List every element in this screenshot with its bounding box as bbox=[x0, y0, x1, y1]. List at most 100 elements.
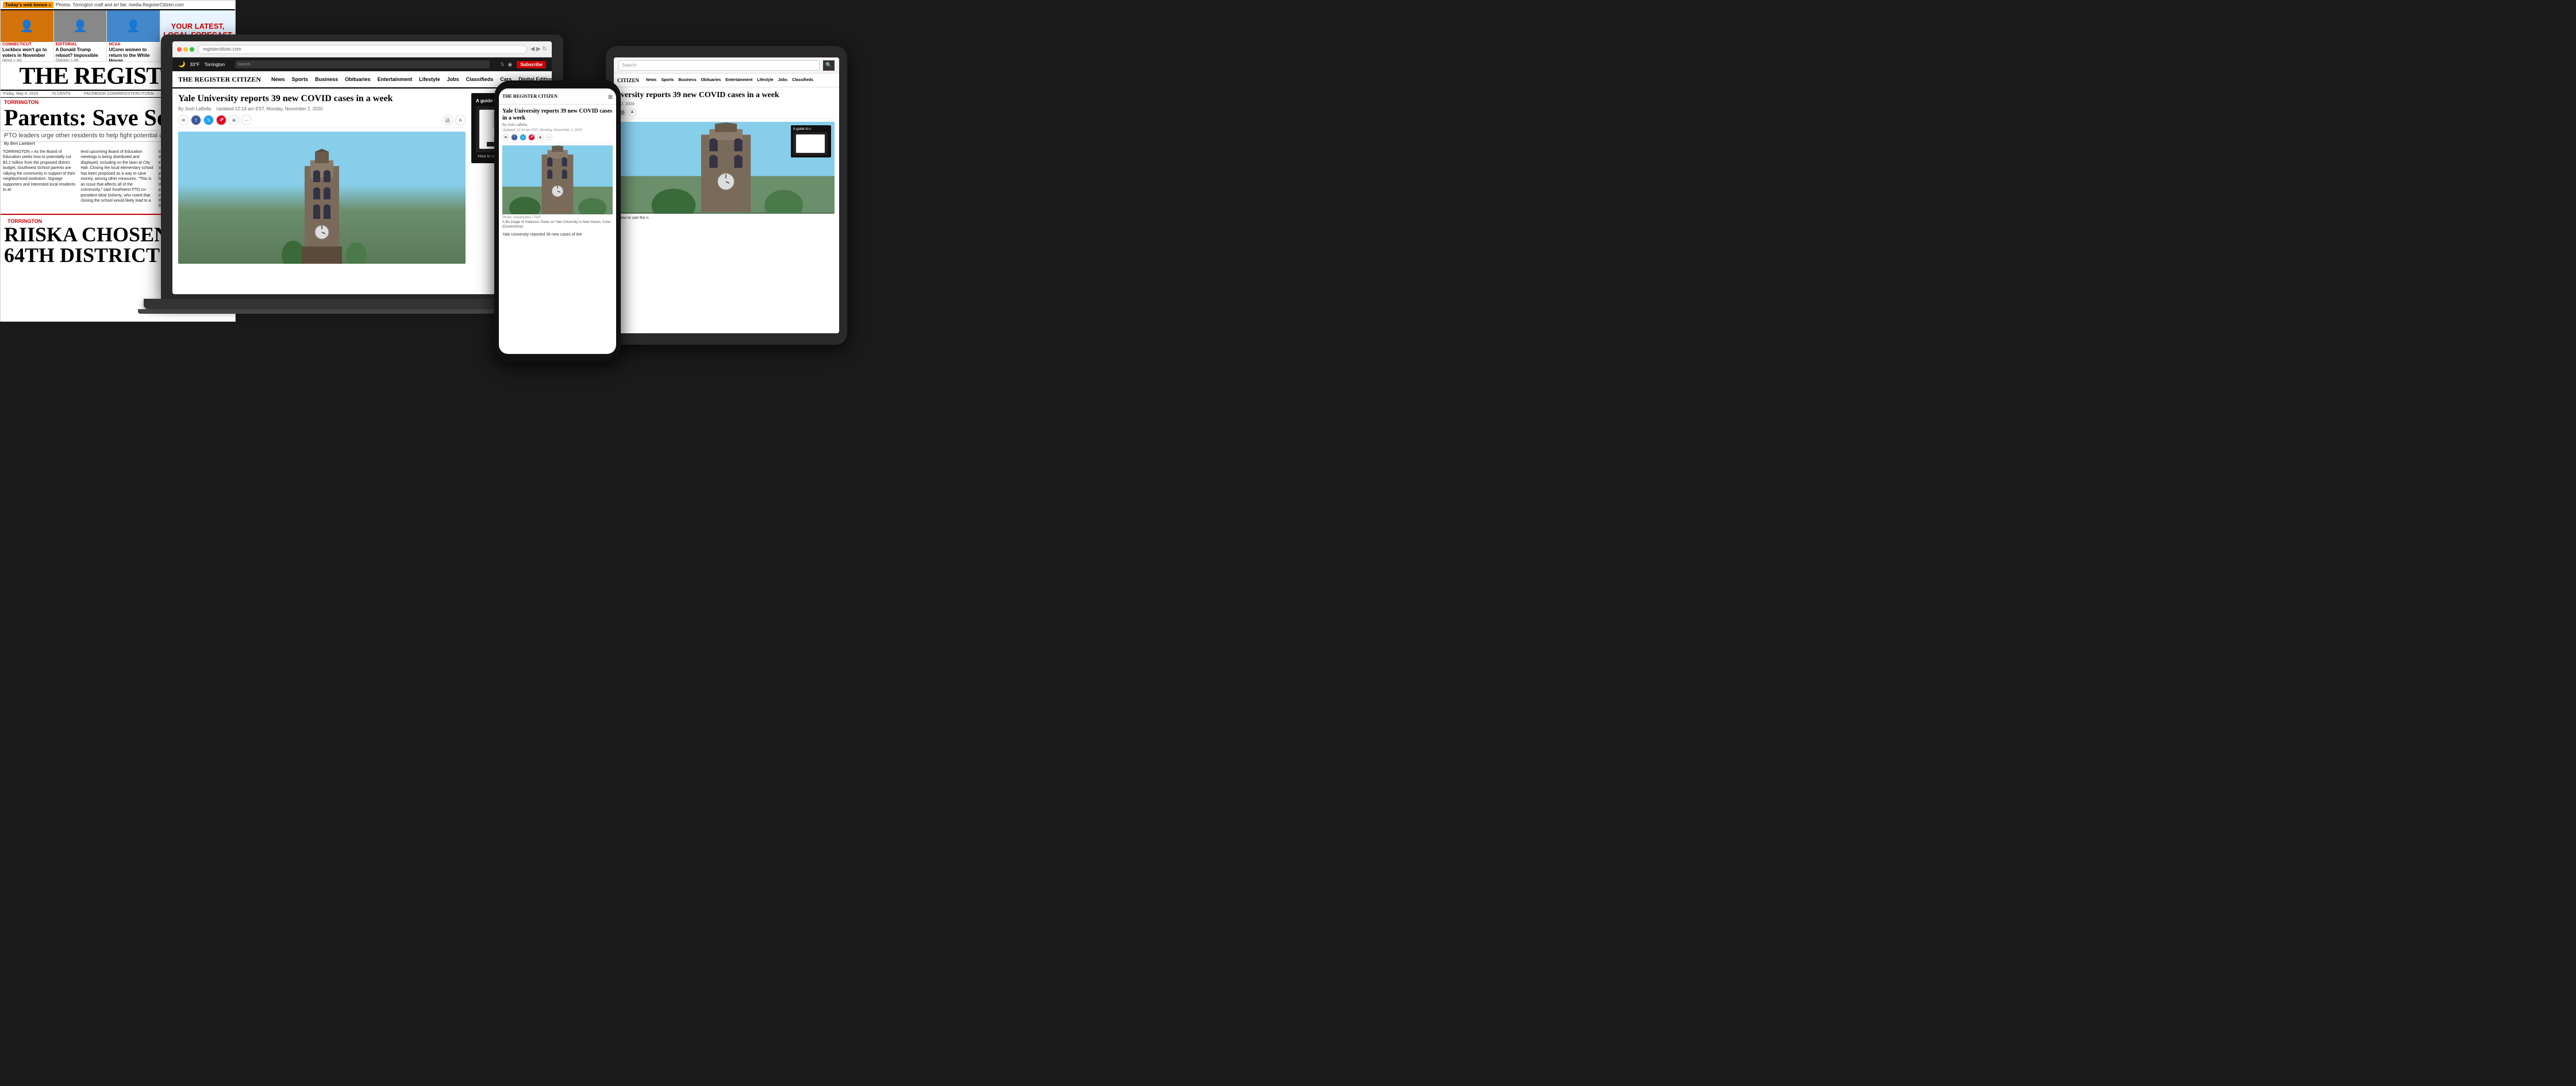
nav-item-obituaries[interactable]: Obituaries bbox=[341, 76, 374, 82]
hero-cell-2-headline: A Donald Trump reboot? Impossible bbox=[54, 47, 107, 59]
font-size-icon[interactable]: A bbox=[455, 115, 466, 125]
tablet-article-image: A guide to c bbox=[618, 122, 835, 214]
tablet-nav-classifieds[interactable]: Classifieds bbox=[790, 78, 816, 82]
laptop-browser-bar: registercitizen.com ◀ ▶ ↻ bbox=[172, 41, 552, 57]
tablet-nav-obituaries[interactable]: Obituaries bbox=[699, 78, 724, 82]
tablet-nav-entertainment[interactable]: Entertainment bbox=[723, 78, 755, 82]
phone-img-caption: Photo: Dreamstine / TNS bbox=[502, 216, 613, 219]
tablet-nav: CITIZEN News Sports Business Obituaries … bbox=[614, 74, 839, 87]
share-facebook-icon[interactable]: f bbox=[191, 115, 201, 125]
laptop-article-image bbox=[178, 132, 466, 264]
browser-dots bbox=[177, 47, 194, 52]
rss-icon: ◉ bbox=[507, 61, 512, 68]
tablet-search-input[interactable]: Search bbox=[618, 60, 820, 71]
print-icon[interactable]: 🖨 bbox=[443, 115, 453, 125]
phone-article-updated: Updated 12:14 am EST, Monday, November 2… bbox=[502, 129, 613, 132]
site-topbar-temp: 33°F bbox=[190, 62, 199, 67]
phone-share-pin[interactable]: 𝓟 bbox=[528, 134, 535, 141]
newspaper-body-col-2: tend upcoming Board of Education meeting… bbox=[80, 149, 155, 209]
phone-article-image bbox=[502, 145, 613, 214]
phone-article-byline: By Josh LaBella bbox=[502, 124, 613, 127]
share-email-icon[interactable]: ✉ bbox=[178, 115, 189, 125]
newspaper-hero-cell-2: 👤 EDITORIAL A Donald Trump reboot? Impos… bbox=[54, 10, 107, 61]
share-twitter-icon[interactable]: 𝕏 bbox=[203, 115, 214, 125]
phone-share-row: ✉ f 𝕏 𝓟 ⊕ ⋯ bbox=[502, 134, 613, 143]
nav-item-jobs[interactable]: Jobs bbox=[444, 76, 463, 82]
nav-item-lifestyle[interactable]: Lifestyle bbox=[416, 76, 444, 82]
tablet-sidebar-ad-title: A guide to c bbox=[793, 128, 811, 131]
tablet-article-byline: r 2, 2020 bbox=[618, 102, 835, 106]
subscribe-button[interactable]: Subscribe bbox=[517, 61, 546, 68]
phone-img-caption2: A file image of Harkness Tower on Yale U… bbox=[502, 221, 613, 230]
share-more-icon[interactable]: ⋯ bbox=[241, 115, 252, 125]
hero-cell-2-kicker: Opinion » A6 bbox=[54, 59, 107, 61]
phone-logo: THE REGISTER CITIZEN bbox=[502, 94, 558, 99]
newspaper-body-col-1: TORRINGTON » As the Board of Education s… bbox=[3, 149, 77, 209]
hero-cell-1-label: CONNECTICUT bbox=[1, 42, 53, 47]
share-icons-right: 🖨 A bbox=[443, 115, 466, 125]
newspaper-top-bar: Today's web bonus » Photos: Torrington c… bbox=[1, 1, 235, 10]
phone-share-reddit[interactable]: ⊕ bbox=[537, 134, 544, 141]
nav-item-sports[interactable]: Sports bbox=[289, 76, 312, 82]
tablet-nav-jobs[interactable]: Jobs bbox=[776, 78, 790, 82]
phone-article: Yale University reports 39 new COVID cas… bbox=[499, 105, 616, 241]
twitter-icon: 𝕏 bbox=[500, 61, 504, 68]
site-topbar-location: Torrington bbox=[204, 62, 225, 67]
phone: THE REGISTER CITIZEN ≡ Yale University r… bbox=[494, 80, 621, 362]
byline-author: By Josh LaBella bbox=[178, 106, 211, 111]
tablet-nav-lifestyle[interactable]: Lifestyle bbox=[755, 78, 775, 82]
bonus-text: Photos: Torrington craft and art fair. m… bbox=[56, 2, 233, 7]
share-pinterest-icon[interactable]: 𝓟 bbox=[216, 115, 226, 125]
share-icons-left: ✉ f 𝕏 𝓟 ⊕ ⋯ bbox=[178, 115, 252, 125]
phone-article-body: Yale University reported 39 new cases of… bbox=[502, 232, 613, 237]
hero-cell-3-label: NCAA bbox=[107, 42, 160, 47]
tablet-nav-sports[interactable]: Sports bbox=[659, 78, 676, 82]
byline-updated: Updated 12:14 am EST, Monday, November 2… bbox=[216, 106, 322, 111]
phone-body: THE REGISTER CITIZEN ≡ Yale University r… bbox=[494, 80, 621, 362]
phone-share-tw[interactable]: 𝕏 bbox=[520, 134, 526, 141]
laptop-article-main: Yale University reports 39 new COVID cas… bbox=[178, 93, 466, 290]
tablet-sidebar-ad: A guide to c bbox=[791, 125, 831, 157]
newspaper-price: 75 CENTS bbox=[51, 92, 70, 96]
laptop-article-headline: Yale University reports 39 new COVID cas… bbox=[178, 93, 466, 104]
phone-menu-icon[interactable]: ≡ bbox=[608, 92, 613, 101]
nav-item-classifieds[interactable]: Classifieds bbox=[463, 76, 497, 82]
bonus-badge: Today's web bonus » bbox=[3, 2, 53, 8]
nav-item-business[interactable]: Business bbox=[312, 76, 341, 82]
moon-icon: 🌙 bbox=[178, 61, 185, 68]
laptop-article-byline: By Josh LaBella Updated 12:14 am EST, Mo… bbox=[178, 106, 466, 111]
newspaper-date: Friday, May 6, 2016 bbox=[3, 92, 38, 96]
hero-cell-1-kicker: News » A5 bbox=[1, 59, 53, 61]
site-topbar-search[interactable]: Search bbox=[235, 60, 490, 68]
newspaper-hero-cell-1: 👤 CONNECTICUT Lockbox won't go to voters… bbox=[1, 10, 54, 61]
hero-cell-2-label: EDITORIAL bbox=[54, 42, 107, 47]
browser-dot-yellow bbox=[183, 47, 188, 52]
tablet-search-button[interactable]: 🔍 bbox=[823, 60, 835, 71]
share-reddit-icon[interactable]: ⊕ bbox=[229, 115, 239, 125]
site-topbar-social-icons: 𝕏 ◉ bbox=[500, 61, 512, 68]
tablet-search-bar: Search 🔍 bbox=[614, 57, 839, 74]
nav-item-news[interactable]: News bbox=[268, 76, 289, 82]
phone-share-more[interactable]: ⋯ bbox=[545, 134, 552, 141]
nav-item-entertainment[interactable]: Entertainment bbox=[374, 76, 416, 82]
tablet-body: Search 🔍 CITIZEN News Sports Business Ob… bbox=[606, 46, 847, 345]
tablet-share-font[interactable]: A bbox=[628, 109, 636, 117]
browser-url-bar[interactable]: registercitizen.com bbox=[198, 45, 527, 54]
laptop-share-row: ✉ f 𝕏 𝓟 ⊕ ⋯ 🖨 A bbox=[178, 115, 466, 128]
newspaper-hero-cell-3: 👤 NCAA UConn women to return to the Whit… bbox=[107, 10, 160, 61]
tablet-nav-business[interactable]: Business bbox=[676, 78, 698, 82]
hero-cell-3-headline: UConn women to return to the White House bbox=[107, 47, 160, 61]
browser-dot-green bbox=[190, 47, 194, 52]
site-topbar: 🌙 33°F Torrington Search 𝕏 ◉ Subscribe bbox=[172, 57, 552, 71]
browser-dot-red bbox=[177, 47, 182, 52]
phone-screen: THE REGISTER CITIZEN ≡ Yale University r… bbox=[499, 88, 616, 354]
tablet-nav-news[interactable]: News bbox=[644, 78, 659, 82]
phone-share-email[interactable]: ✉ bbox=[502, 134, 509, 141]
phone-share-fb[interactable]: f bbox=[511, 134, 518, 141]
newspaper-facebook: FACEBOOK.COM/REGISTERCITIZEN bbox=[84, 92, 154, 96]
phone-article-headline: Yale University reports 39 new COVID cas… bbox=[502, 108, 613, 122]
browser-icons: ◀ ▶ ↻ bbox=[530, 46, 547, 52]
hero-cell-1-headline: Lockbox won't go to voters in November bbox=[1, 47, 53, 59]
tablet-share-row: 🖨 A bbox=[618, 109, 835, 119]
site-logo: THE REGISTER CITIZEN bbox=[178, 75, 261, 84]
